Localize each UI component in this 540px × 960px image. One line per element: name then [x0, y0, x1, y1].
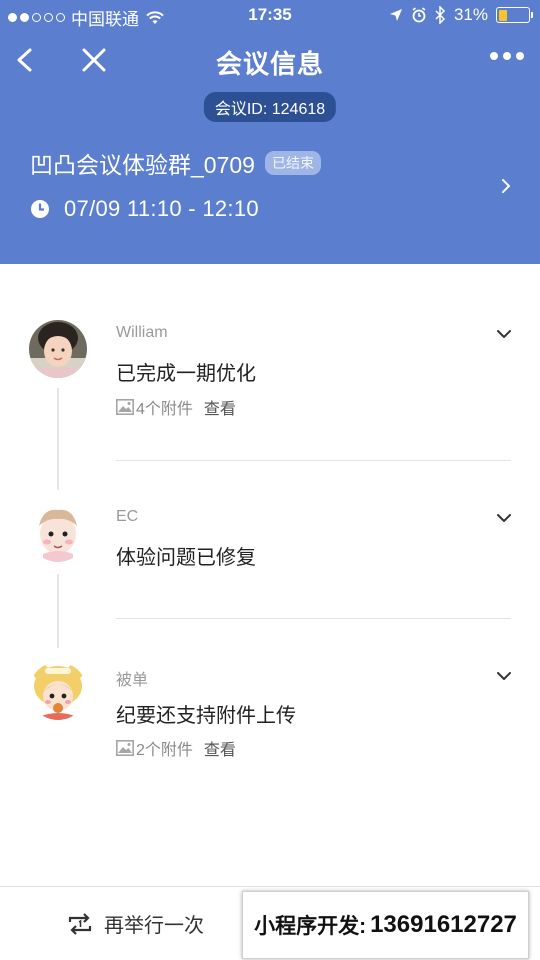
- entry-author: EC: [116, 508, 139, 525]
- meeting-time: 07/09 11:10 - 12:10: [64, 196, 259, 221]
- divider: [116, 618, 511, 619]
- chevron-right-icon[interactable]: [498, 176, 514, 196]
- repeat-meeting-button[interactable]: 再举行一次: [66, 909, 204, 938]
- entry-author: William: [116, 324, 168, 341]
- page-title: 会议信息: [215, 49, 324, 79]
- avatar: [29, 320, 87, 378]
- view-attachments-link[interactable]: 查看: [204, 736, 236, 760]
- meeting-header: 会议信息 会议ID: 124618 凹凸会议体验群_0709 已结束 07/09…: [0, 30, 540, 264]
- meeting-time-row: 07/09 11:10 - 12:10: [30, 196, 259, 222]
- meeting-name: 凹凸会议体验群_0709: [30, 152, 255, 178]
- entry-content: 已完成一期优化: [116, 363, 256, 385]
- location-icon: [389, 9, 402, 21]
- repeat-meeting-label: 再举行一次: [104, 915, 204, 937]
- repeat-icon: [68, 912, 92, 935]
- battery-percent: 31%: [453, 5, 488, 24]
- image-icon: [116, 740, 134, 756]
- bluetooth-icon: [435, 6, 446, 24]
- status-right: 31%: [389, 5, 533, 25]
- attachment-row[interactable]: 4个附件 查看: [116, 395, 236, 419]
- bottom-bar: 再举行一次 小程序开发: 13691612727: [0, 886, 540, 960]
- timeline-connector: [57, 574, 59, 648]
- avatar: [29, 662, 87, 720]
- promo-label: 小程序开发:: [254, 915, 367, 938]
- timeline-connector: [57, 388, 59, 490]
- promo-banner: 小程序开发: 13691612727: [242, 891, 529, 959]
- entry-content: 体验问题已修复: [116, 547, 256, 569]
- view-attachments-link[interactable]: 查看: [204, 395, 236, 419]
- alarm-icon: [412, 7, 426, 23]
- more-icon[interactable]: [490, 52, 524, 60]
- clock-icon: [31, 200, 49, 218]
- attachment-count: 2个附件: [136, 742, 193, 759]
- chevron-down-icon[interactable]: [496, 328, 512, 340]
- promo-number: 13691612727: [370, 911, 517, 938]
- chevron-down-icon[interactable]: [496, 670, 512, 682]
- entry-content: 纪要还支持附件上传: [116, 705, 296, 727]
- attachment-count: 4个附件: [136, 401, 193, 418]
- entry-author: 被单: [116, 672, 149, 689]
- meeting-id-badge: 会议ID: 124618: [203, 92, 337, 122]
- avatar: [29, 504, 87, 562]
- chevron-down-icon[interactable]: [496, 512, 512, 524]
- meeting-name-row[interactable]: 凹凸会议体验群_0709 已结束: [30, 146, 321, 180]
- status-bar: 中国联通 17:35 31%: [0, 0, 540, 30]
- image-icon: [116, 399, 134, 415]
- divider: [116, 460, 511, 461]
- battery-fill: [498, 9, 508, 21]
- battery-icon: [496, 7, 533, 23]
- attachment-row[interactable]: 2个附件 查看: [116, 736, 236, 760]
- status-badge: 已结束: [264, 151, 321, 175]
